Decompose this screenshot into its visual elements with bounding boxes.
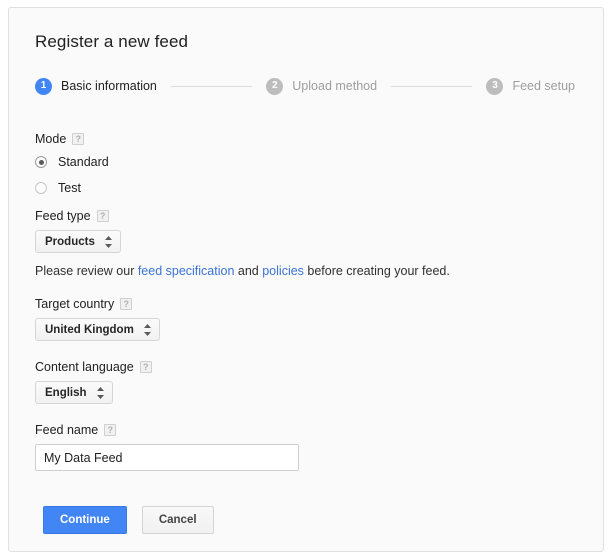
- continue-button[interactable]: Continue: [43, 506, 127, 534]
- register-feed-card: Register a new feed 1 Basic information …: [8, 7, 604, 552]
- chevron-updown-icon: [96, 386, 105, 400]
- content-language-select[interactable]: English: [35, 381, 113, 404]
- mode-option-test[interactable]: Test: [35, 178, 109, 198]
- step-1-label: Basic information: [61, 79, 157, 93]
- step-feed-setup[interactable]: 3 Feed setup: [486, 77, 576, 95]
- help-icon[interactable]: ?: [104, 424, 117, 436]
- radio-standard[interactable]: [35, 156, 47, 168]
- feed-type-select[interactable]: Products: [35, 230, 121, 253]
- step-basic-information[interactable]: 1 Basic information: [35, 77, 157, 95]
- feed-name-label: Feed name ?: [35, 423, 299, 437]
- content-language-label: Content language ?: [35, 360, 152, 374]
- step-connector-2: [391, 85, 473, 87]
- feed-specification-note: Please review our feed specification and…: [35, 264, 450, 278]
- content-language-value: English: [45, 386, 87, 399]
- chevron-updown-icon: [143, 323, 152, 337]
- mode-label: Mode ?: [35, 132, 109, 146]
- policies-link[interactable]: policies: [262, 264, 304, 278]
- cancel-button[interactable]: Cancel: [141, 506, 214, 534]
- content-language-field: Content language ? English: [35, 360, 152, 404]
- step-upload-method[interactable]: 2 Upload method: [266, 77, 378, 95]
- mode-option-standard[interactable]: Standard: [35, 152, 109, 172]
- target-country-value: United Kingdom: [45, 323, 134, 336]
- stepper: 1 Basic information 2 Upload method 3 Fe…: [35, 74, 575, 98]
- mode-label-text: Mode: [35, 132, 67, 146]
- feed-type-field: Feed type ? Products: [35, 209, 121, 253]
- step-3-label: Feed setup: [512, 79, 576, 93]
- step-3-number: 3: [486, 77, 504, 95]
- feed-specification-link[interactable]: feed specification: [138, 264, 235, 278]
- step-2-number: 2: [266, 77, 284, 95]
- target-country-label: Target country ?: [35, 297, 160, 311]
- target-country-label-text: Target country: [35, 297, 115, 311]
- target-country-select[interactable]: United Kingdom: [35, 318, 160, 341]
- step-1-number: 1: [35, 77, 52, 95]
- feed-name-input[interactable]: [35, 444, 299, 471]
- note-text-before: Please review our: [35, 264, 138, 278]
- radio-standard-label: Standard: [58, 155, 109, 169]
- form-actions: Continue Cancel: [43, 506, 214, 534]
- feed-name-field: Feed name ?: [35, 423, 299, 471]
- note-text-middle: and: [234, 264, 263, 278]
- feed-type-value: Products: [45, 235, 95, 248]
- radio-test[interactable]: [35, 182, 47, 194]
- page-title: Register a new feed: [35, 32, 189, 51]
- help-icon[interactable]: ?: [120, 298, 133, 310]
- help-icon[interactable]: ?: [96, 210, 109, 222]
- feed-type-label-text: Feed type: [35, 209, 91, 223]
- feed-type-label: Feed type ?: [35, 209, 121, 223]
- step-connector-1: [170, 85, 253, 87]
- radio-test-label: Test: [58, 181, 81, 195]
- chevron-updown-icon: [104, 235, 113, 249]
- step-2-label: Upload method: [292, 79, 378, 93]
- note-text-after: before creating your feed.: [303, 264, 450, 278]
- content-language-label-text: Content language: [35, 360, 134, 374]
- help-icon[interactable]: ?: [72, 133, 85, 145]
- target-country-field: Target country ? United Kingdom: [35, 297, 160, 341]
- mode-field: Mode ? Standard Test: [35, 132, 109, 198]
- feed-name-label-text: Feed name: [35, 423, 99, 437]
- help-icon[interactable]: ?: [139, 361, 152, 373]
